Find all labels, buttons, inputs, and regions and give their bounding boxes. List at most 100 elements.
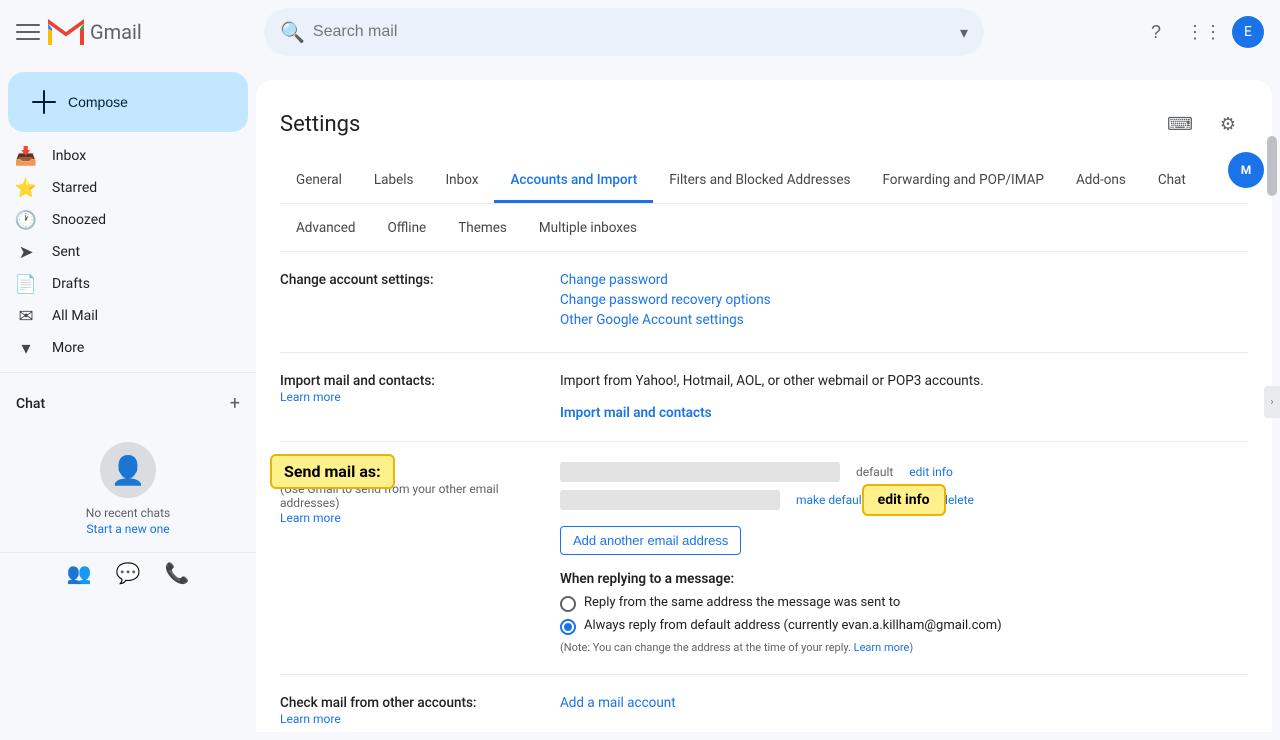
meet-panel: M <box>1228 152 1264 188</box>
reply-label: When replying to a message: <box>560 571 1248 587</box>
send-mail-label-col: Send mail as: Send mail as: (Use Gmail t… <box>280 462 560 654</box>
tab-chat[interactable]: Chat <box>1142 160 1202 203</box>
keyboard-icon: ⌨ <box>1167 114 1193 135</box>
email2-delete-link[interactable]: delete <box>941 493 974 507</box>
tab-forwarding[interactable]: Forwarding and POP/IMAP <box>866 160 1059 203</box>
search-input[interactable] <box>313 23 952 41</box>
compose-button[interactable]: Compose <box>8 72 248 132</box>
gear-button[interactable]: ⚙ <box>1208 104 1248 144</box>
sidebar-item-all-mail[interactable]: ✉ All Mail <box>0 300 240 332</box>
compose-plus-icon <box>32 90 56 114</box>
reply-option-same-address[interactable]: Reply from the same address the message … <box>560 595 1248 612</box>
import-mail-link[interactable]: Import mail and contacts <box>560 405 712 421</box>
send-mail-learn-more[interactable]: Learn more <box>280 511 341 525</box>
change-recovery-link[interactable]: Change password recovery options <box>560 292 1248 308</box>
sidebar-item-label-inbox: Inbox <box>52 148 224 164</box>
sidebar-item-more[interactable]: ▾ More <box>0 332 240 364</box>
sidebar-item-starred[interactable]: ⭐ Starred <box>0 172 240 204</box>
sidebar-item-drafts[interactable]: 📄 Drafts <box>0 268 240 300</box>
no-chats-text: No recent chats <box>86 506 170 520</box>
add-chat-icon[interactable]: + <box>230 393 240 414</box>
topbar-right: ? ⋮⋮ E <box>1136 12 1264 52</box>
send-mail-row: Send mail as: Send mail as: (Use Gmail t… <box>280 442 1248 675</box>
menu-icon[interactable] <box>16 20 40 44</box>
topbar-left: Gmail <box>16 19 256 45</box>
gear-icon: ⚙ <box>1220 114 1236 135</box>
reply-option-default-address[interactable]: Always reply from default address (curre… <box>560 618 1248 635</box>
change-account-content: Change password Change password recovery… <box>560 272 1248 332</box>
reply-note: (Note: You can change the address at the… <box>560 641 1248 654</box>
chat-section: Chat + <box>0 381 256 426</box>
chat-section-title: Chat <box>16 396 45 412</box>
google-account-link[interactable]: Other Google Account settings <box>560 312 1248 328</box>
tab-advanced[interactable]: Advanced <box>280 208 372 251</box>
check-mail-learn-more[interactable]: Learn more <box>280 712 341 726</box>
meet-icon[interactable]: M <box>1228 152 1264 188</box>
tab-multiple-inboxes[interactable]: Multiple inboxes <box>523 208 653 251</box>
sidebar-item-snoozed[interactable]: 🕐 Snoozed <box>0 204 240 236</box>
tab-offline[interactable]: Offline <box>372 208 443 251</box>
import-mail-content: Import from Yahoo!, Hotmail, AOL, or oth… <box>560 373 1248 421</box>
chat-bubble-icon[interactable]: 💬 <box>116 561 141 585</box>
reply-note-learn-more[interactable]: Learn more <box>854 641 910 654</box>
sidebar-divider <box>0 372 256 373</box>
tab-accounts[interactable]: Accounts and Import <box>494 160 653 203</box>
send-mail-content: default edit info make default edit info… <box>560 462 1248 654</box>
email2-make-default-link[interactable]: make default <box>796 493 866 507</box>
settings-page: Settings ⌨ ⚙ General Labels Inbox <box>256 80 1272 732</box>
tab-themes[interactable]: Themes <box>442 208 523 251</box>
send-mail-annotation-box: Send mail as: <box>270 454 395 489</box>
tab-labels[interactable]: Labels <box>358 160 430 203</box>
keyboard-button[interactable]: ⌨ <box>1160 104 1200 144</box>
settings-tabs-row2: Advanced Offline Themes Multiple inboxes <box>280 204 1248 252</box>
settings-title-text: Settings <box>280 112 360 137</box>
expand-arrow[interactable]: › <box>1264 386 1280 418</box>
email1-edit-link[interactable]: edit info <box>909 465 953 479</box>
send-icon: ➤ <box>16 242 36 262</box>
email2-blurred <box>560 490 780 510</box>
help-button[interactable]: ? <box>1136 12 1176 52</box>
gmail-m-icon <box>48 19 84 45</box>
tab-general[interactable]: General <box>280 160 358 203</box>
search-dropdown-icon[interactable]: ▾ <box>960 23 968 42</box>
avatar[interactable]: E <box>1232 16 1264 48</box>
drafts-icon: 📄 <box>16 274 36 294</box>
tab-addons[interactable]: Add-ons <box>1060 160 1142 203</box>
reply-section: When replying to a message: Reply from t… <box>560 571 1248 654</box>
radio-default-address <box>560 619 576 635</box>
people-icon[interactable]: 👥 <box>67 561 92 585</box>
add-email-button[interactable]: Add another email address <box>560 526 741 555</box>
sidebar-bottom-icons: 👥 💬 📞 <box>0 552 256 593</box>
no-chats-section: 👤 No recent chats Start a new one <box>0 426 256 552</box>
add-mail-account-link[interactable]: Add a mail account <box>560 695 1248 711</box>
check-mail-label: Check mail from other accounts: <box>280 695 476 711</box>
import-mail-label-col: Import mail and contacts: Learn more <box>280 373 560 421</box>
star-icon: ⭐ <box>16 178 36 198</box>
sidebar: Compose 📥 Inbox ⭐ Starred 🕐 Snoozed ➤ Se… <box>0 64 256 740</box>
check-mail-content: Add a mail account <box>560 695 1248 727</box>
main-layout: Compose 📥 Inbox ⭐ Starred 🕐 Snoozed ➤ Se… <box>0 64 1280 740</box>
check-mail-label-col: Check mail from other accounts: Learn mo… <box>280 695 560 727</box>
scrollbar-thumb[interactable] <box>1267 136 1277 196</box>
settings-tabs-row1: General Labels Inbox Accounts and Import… <box>280 160 1248 204</box>
tab-inbox[interactable]: Inbox <box>430 160 495 203</box>
gmail-logo-text: Gmail <box>90 20 142 44</box>
gmail-logo: Gmail <box>48 19 142 45</box>
change-password-link[interactable]: Change password <box>560 272 1248 288</box>
sidebar-item-label-starred: Starred <box>52 180 224 196</box>
phone-icon[interactable]: 📞 <box>164 561 189 585</box>
sidebar-item-inbox[interactable]: 📥 Inbox <box>0 140 240 172</box>
help-icon: ? <box>1151 22 1161 43</box>
sidebar-item-sent[interactable]: ➤ Sent <box>0 236 240 268</box>
all-mail-icon: ✉ <box>16 306 36 326</box>
edit-info-annotation-box: edit info <box>862 484 946 516</box>
apps-button[interactable]: ⋮⋮ <box>1184 12 1224 52</box>
import-learn-more[interactable]: Learn more <box>280 390 341 404</box>
import-description: Import from Yahoo!, Hotmail, AOL, or oth… <box>560 373 984 389</box>
email1-default-label: default <box>856 465 893 479</box>
change-account-row: Change account settings: Change password… <box>280 252 1248 353</box>
tab-filters[interactable]: Filters and Blocked Addresses <box>653 160 866 203</box>
change-account-label: Change account settings: <box>280 272 434 288</box>
chevron-down-icon: ▾ <box>16 338 36 358</box>
start-new-chat[interactable]: Start a new one <box>86 522 169 536</box>
